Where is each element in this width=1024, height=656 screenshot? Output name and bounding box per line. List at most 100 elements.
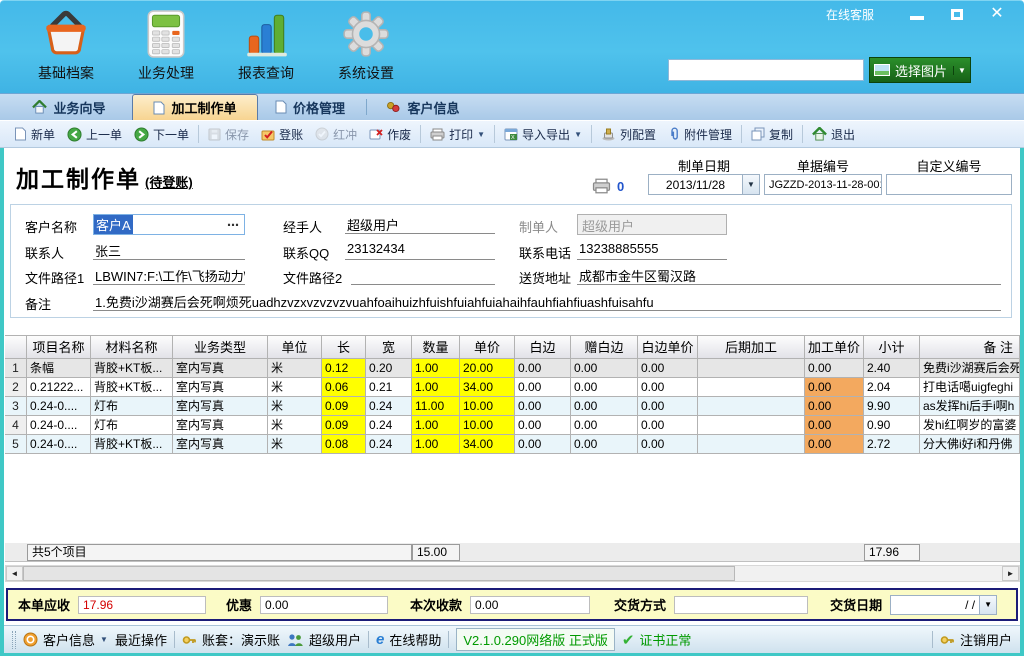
grid-cell[interactable]: 0.24 <box>366 416 412 435</box>
nav-item-business[interactable]: 业务处理 <box>118 7 214 87</box>
table-row[interactable]: 1条幅背胶+KT板...室内写真米0.120.201.0020.000.000.… <box>5 359 1020 378</box>
grid-header-cell[interactable]: 单价 <box>460 335 515 359</box>
previous-order-button[interactable]: 上一单 <box>61 123 128 146</box>
receivable-input[interactable]: 17.96 <box>78 596 206 614</box>
online-help-button[interactable]: e 在线帮助 <box>376 630 441 649</box>
grid-cell[interactable]: 0.24-0.... <box>27 416 91 435</box>
table-row[interactable]: 50.24-0....背胶+KT板...室内写真米0.080.241.0034.… <box>5 435 1020 454</box>
minimize-button[interactable] <box>904 5 930 23</box>
grid-cell[interactable]: 米 <box>268 416 322 435</box>
printer-icon[interactable] <box>592 178 611 194</box>
grid-cell[interactable]: 0.00 <box>515 397 571 416</box>
customer-lookup-button[interactable]: ⋯ <box>222 218 244 232</box>
grid-header-cell[interactable]: 材料名称 <box>91 335 173 359</box>
grid-cell[interactable]: 灯布 <box>91 416 173 435</box>
customer-info-button[interactable]: 客户信息 ▼ <box>23 630 108 649</box>
grid-cell[interactable]: 2.72 <box>864 435 920 454</box>
grid-header-cell[interactable]: 后期加工 <box>698 335 805 359</box>
grid-cell[interactable]: 室内写真 <box>173 435 268 454</box>
grid-cell[interactable]: 10.00 <box>460 397 515 416</box>
grid-cell[interactable]: 0.00 <box>571 416 638 435</box>
grid-header-cell[interactable]: 小计 <box>864 335 920 359</box>
grid-header-cell[interactable]: 长 <box>322 335 366 359</box>
grid-cell[interactable]: 0.00 <box>571 378 638 397</box>
chevron-down-icon[interactable]: ▼ <box>477 130 485 139</box>
delivery-address-input[interactable]: 成都市金牛区蜀汉路 <box>577 265 1001 285</box>
grid-cell[interactable]: 0.00 <box>805 435 864 454</box>
chevron-down-icon[interactable]: ▼ <box>100 635 108 644</box>
delivery-method-input[interactable] <box>674 596 808 614</box>
column-config-button[interactable]: 列配置 <box>595 123 662 146</box>
grid-cell[interactable]: 2.40 <box>864 359 920 378</box>
order-number-field[interactable]: JGZZD-2013-11-28-001 <box>764 174 882 195</box>
grid-cell[interactable]: 0.24-0.... <box>27 397 91 416</box>
grid-cell[interactable] <box>698 435 805 454</box>
grid-cell[interactable]: 米 <box>268 378 322 397</box>
account-set-item[interactable]: 账套：演示账 <box>182 630 280 649</box>
maximize-button[interactable] <box>944 5 970 23</box>
contact-input[interactable]: 张三 <box>93 240 245 260</box>
file-path1-input[interactable]: LBWIN7:F:\工作\飞扬动力\ <box>93 265 245 285</box>
handler-input[interactable]: 超级用户 <box>345 214 495 234</box>
scrollbar-thumb[interactable] <box>23 566 735 581</box>
table-row[interactable]: 40.24-0....灯布室内写真米0.090.241.0010.000.000… <box>5 416 1020 435</box>
grid-cell[interactable]: 9.90 <box>864 397 920 416</box>
grid-cell[interactable]: 0.08 <box>322 435 366 454</box>
grid-cell[interactable]: 室内写真 <box>173 397 268 416</box>
online-service-link[interactable]: 在线客服 <box>826 6 874 23</box>
grid-cell[interactable]: 0.00 <box>638 416 698 435</box>
choose-image-button[interactable]: 选择图片 ▼ <box>869 57 971 83</box>
grid-header-cell[interactable]: 业务类型 <box>173 335 268 359</box>
attachment-button[interactable]: 附件管理 <box>662 123 738 146</box>
grid-cell[interactable]: 0.00 <box>805 416 864 435</box>
grid-header-cell[interactable]: 赠白边 <box>571 335 638 359</box>
grid-cell[interactable]: 0.21 <box>366 378 412 397</box>
grid-cell[interactable]: 0.09 <box>322 397 366 416</box>
grid-cell[interactable]: 0.06 <box>322 378 366 397</box>
chevron-down-icon[interactable]: ▼ <box>742 175 759 194</box>
tab-price-management[interactable]: 价格管理 <box>258 94 362 120</box>
recent-ops-button[interactable]: 最近操作 <box>115 630 167 649</box>
grid-cell[interactable]: 1.00 <box>412 416 460 435</box>
nav-item-base-archives[interactable]: 基础档案 <box>18 7 114 87</box>
grid-cell[interactable]: 米 <box>268 359 322 378</box>
grid-cell[interactable]: 34.00 <box>460 435 515 454</box>
next-order-button[interactable]: 下一单 <box>128 123 195 146</box>
grid-cell[interactable]: 0.00 <box>805 378 864 397</box>
grid-header-cell[interactable] <box>5 335 27 359</box>
grid-cell[interactable]: 0.00 <box>805 359 864 378</box>
file-path2-input[interactable] <box>351 265 495 285</box>
grid-cell[interactable]: 2.04 <box>864 378 920 397</box>
grid-cell[interactable] <box>698 397 805 416</box>
discount-input[interactable]: 0.00 <box>260 596 388 614</box>
grid-cell[interactable]: 1.00 <box>412 378 460 397</box>
copy-button[interactable]: 复制 <box>745 123 799 146</box>
grid-cell[interactable]: 11.00 <box>412 397 460 416</box>
nav-item-settings[interactable]: 系统设置 <box>318 7 414 87</box>
grid-cell[interactable]: 打电话噶uigfeghi <box>920 378 1020 397</box>
close-button[interactable]: ✕ <box>984 5 1010 23</box>
grid-cell[interactable]: 0.00 <box>805 397 864 416</box>
horizontal-scrollbar[interactable]: ◄ ► <box>5 565 1020 582</box>
order-date-field[interactable]: 2013/11/28 ▼ <box>648 174 760 195</box>
grid-header-cell[interactable]: 项目名称 <box>27 335 91 359</box>
chevron-down-icon[interactable]: ▼ <box>574 130 582 139</box>
grid-cell[interactable] <box>698 416 805 435</box>
print-button[interactable]: 打印 ▼ <box>424 123 491 146</box>
grid-cell[interactable]: 0.12 <box>322 359 366 378</box>
grid-header-cell[interactable]: 宽 <box>366 335 412 359</box>
grid-cell[interactable]: 0.00 <box>515 359 571 378</box>
table-row[interactable]: 20.21222...背胶+KT板...室内写真米0.060.211.0034.… <box>5 378 1020 397</box>
grid-cell[interactable]: 背胶+KT板... <box>91 435 173 454</box>
grid-cell[interactable]: 0.24 <box>366 397 412 416</box>
grid-cell[interactable]: 背胶+KT板... <box>91 359 173 378</box>
chevron-down-icon[interactable]: ▼ <box>953 66 966 75</box>
grid-header-cell[interactable]: 白边单价 <box>638 335 698 359</box>
scroll-right-arrow-icon[interactable]: ► <box>1002 566 1019 581</box>
image-path-input[interactable] <box>668 59 864 81</box>
grid-header-cell[interactable]: 加工单价 <box>805 335 864 359</box>
grid-cell[interactable]: 0.00 <box>638 397 698 416</box>
table-row[interactable]: 30.24-0....灯布室内写真米0.090.2411.0010.000.00… <box>5 397 1020 416</box>
grid-cell[interactable]: 免费i沙湖赛后会死 <box>920 359 1020 378</box>
grid-cell[interactable]: 0.90 <box>864 416 920 435</box>
